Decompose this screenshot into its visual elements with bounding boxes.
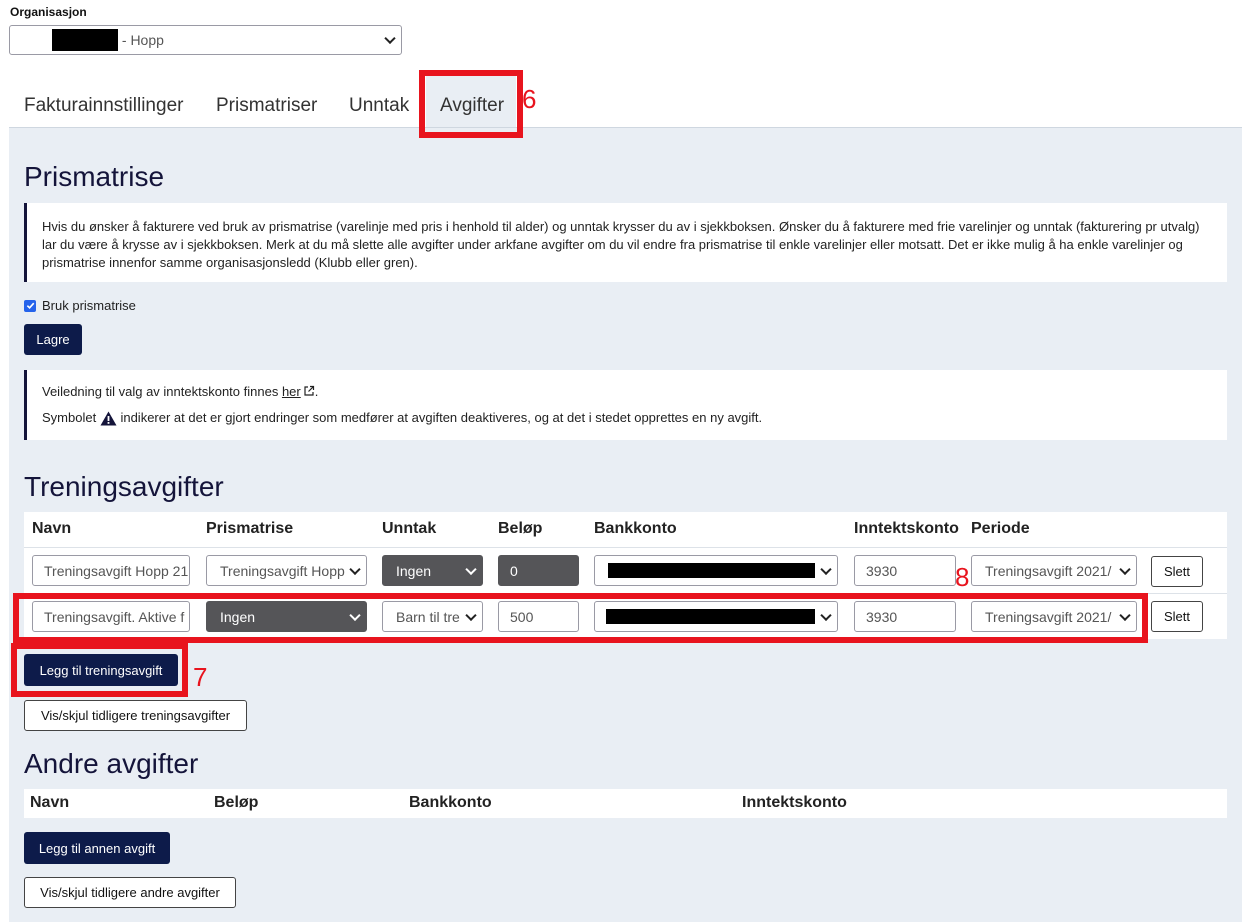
toggle-previous-other-fees-button[interactable]: Vis/skjul tidligere andre avgifter xyxy=(24,877,236,908)
redacted-bank-account xyxy=(608,563,815,578)
annotation-box-add xyxy=(11,643,188,697)
chevron-down-icon xyxy=(384,32,396,45)
add-other-fee-button[interactable]: Legg til annen avgift xyxy=(24,832,170,864)
tab-unntak[interactable]: Unntak xyxy=(349,95,409,117)
col-prismatrise: Prismatrise xyxy=(206,520,294,537)
row1-prismatrise-select[interactable]: Treningsavgift Hopp xyxy=(206,555,367,586)
col-bankkonto: Bankkonto xyxy=(594,520,677,537)
annotation-number-8: 8 xyxy=(955,562,970,592)
other-col-bankkonto: Bankkonto xyxy=(409,794,492,811)
col-belop: Beløp xyxy=(498,520,543,537)
toggle-previous-training-fees-button[interactable]: Vis/skjul tidligere treningsavgifter xyxy=(24,700,247,731)
guide-line-2: Symbolet indikerer at det er gjort endri… xyxy=(42,410,763,426)
col-periode: Periode xyxy=(971,520,1030,537)
prismatrise-checkbox-label: Bruk prismatrise xyxy=(42,298,136,313)
other-col-belop: Beløp xyxy=(214,794,259,811)
prismatrise-heading: Prismatrise xyxy=(24,161,165,192)
annotation-number-6: 6 xyxy=(522,84,537,114)
row1-navn-input[interactable]: Treningsavgift Hopp 21 xyxy=(32,555,190,586)
row2-delete-button[interactable]: Slett xyxy=(1151,601,1203,632)
chevron-down-icon xyxy=(349,563,361,575)
prismatrise-checkbox-row: Bruk prismatrise xyxy=(24,298,136,313)
row1-periode-select[interactable]: Treningsavgift 2021/ xyxy=(971,555,1137,586)
treningsavgifter-heading: Treningsavgifter xyxy=(24,471,224,502)
annotation-number-7: 7 xyxy=(193,662,208,692)
chevron-down-icon xyxy=(1119,563,1131,575)
row1-unntak-select[interactable]: Ingen xyxy=(382,555,483,586)
row1-bankkonto-select[interactable] xyxy=(594,555,838,586)
chevron-down-icon xyxy=(465,563,477,575)
chevron-down-icon xyxy=(820,563,832,575)
redacted-org-name xyxy=(52,29,118,51)
tab-prismatriser[interactable]: Prismatriser xyxy=(216,95,317,117)
andre-avgifter-heading: Andre avgifter xyxy=(24,748,199,779)
prismatrise-info-box: Hvis du ønsker å fakturere ved bruk av p… xyxy=(24,203,1227,282)
annotation-box-tab xyxy=(419,70,523,138)
col-inntektskonto: Inntektskonto xyxy=(854,520,959,537)
prismatrise-info-text: Hvis du ønsker å fakturere ved bruk av p… xyxy=(42,219,1200,270)
row1-delete-button[interactable]: Slett xyxy=(1151,556,1203,587)
other-col-navn: Navn xyxy=(30,794,70,811)
col-unntak: Unntak xyxy=(382,520,437,537)
other-col-inntektskonto: Inntektskonto xyxy=(742,794,847,811)
checkmark-icon xyxy=(26,302,34,310)
external-link-icon xyxy=(304,385,314,396)
annotation-box-row xyxy=(13,593,1148,643)
guide-line-1: Veiledning til valg av inntektskonto fin… xyxy=(42,384,319,399)
guide-info-box: Veiledning til valg av inntektskonto fin… xyxy=(24,370,1227,440)
organisation-select[interactable]: - Hopp xyxy=(9,25,402,55)
warning-icon xyxy=(100,411,117,426)
guide-link[interactable]: her xyxy=(282,384,301,399)
tab-fakturainnstillinger[interactable]: Fakturainnstillinger xyxy=(24,95,183,117)
row1-inntektskonto-input[interactable]: 3930 xyxy=(854,555,956,586)
organisation-select-value: - Hopp xyxy=(118,32,164,48)
organisation-label: Organisasjon xyxy=(10,5,87,19)
other-fees-table xyxy=(24,789,1227,818)
row1-belop-input[interactable]: 0 xyxy=(498,555,579,586)
save-button[interactable]: Lagre xyxy=(24,324,82,355)
col-navn: Navn xyxy=(32,520,72,537)
prismatrise-checkbox[interactable] xyxy=(24,299,36,312)
